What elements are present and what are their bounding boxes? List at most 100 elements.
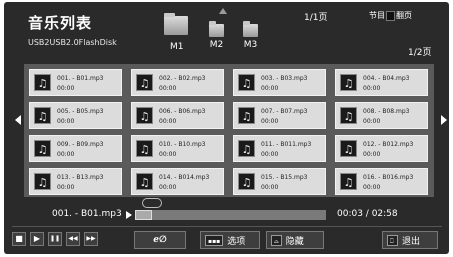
song-tile[interactable]: ♫ 012. - B012.mp3 00:00 xyxy=(335,135,428,162)
music-player-screen: 音乐列表 USB2USB2.0FlashDisk M1 M2 M3 1/1页 节… xyxy=(4,2,449,254)
song-name: 015. - B15.mp3 xyxy=(261,174,308,181)
song-duration: 00:00 xyxy=(57,118,75,125)
song-tile[interactable]: ♫ 010. - B10.mp3 00:00 xyxy=(131,135,224,162)
music-note-icon: ♫ xyxy=(136,173,153,190)
repeat-button[interactable]: ℯ∅ xyxy=(134,231,186,249)
scroll-up-arrow-icon[interactable] xyxy=(219,8,227,14)
music-note-icon: ♫ xyxy=(340,173,357,190)
next-page-arrow-icon[interactable] xyxy=(441,115,447,125)
repeat-mode-icon xyxy=(142,198,162,208)
legend-program-label: 节目 xyxy=(369,11,385,20)
song-duration: 00:00 xyxy=(261,184,279,191)
options-key-icon: ▪▪▪ xyxy=(205,234,224,246)
song-name: 010. - B10.mp3 xyxy=(159,141,206,148)
song-duration: 00:00 xyxy=(261,151,279,158)
song-name: 013. - B13.mp3 xyxy=(57,174,104,181)
forward-button[interactable]: ▶▶ xyxy=(84,232,98,246)
folder-m2[interactable]: M2 xyxy=(209,21,224,50)
song-name: 009. - B09.mp3 xyxy=(57,141,104,148)
exit-label: 退出 xyxy=(402,236,421,247)
song-name: 016. - B016.mp3 xyxy=(363,174,414,181)
song-tile[interactable]: ♫ 016. - B016.mp3 00:00 xyxy=(335,168,428,195)
song-duration: 00:00 xyxy=(363,151,381,158)
music-note-icon: ♫ xyxy=(34,140,51,157)
progress-bar[interactable] xyxy=(135,210,326,220)
options-button[interactable]: ▪▪▪ 选项 xyxy=(200,231,260,249)
song-duration: 00:00 xyxy=(159,184,177,191)
song-name: 001. - B01.mp3 xyxy=(57,75,104,82)
song-name: 008. - B08.mp3 xyxy=(363,108,410,115)
song-tile[interactable]: ♫ 007. - B07.mp3 00:00 xyxy=(233,102,326,129)
music-note-icon: ♫ xyxy=(340,140,357,157)
song-duration: 00:00 xyxy=(57,151,75,158)
page-title: 音乐列表 xyxy=(28,14,93,32)
song-tile[interactable]: ♫ 003. - B03.mp3 00:00 xyxy=(233,69,326,96)
folder-label-m3: M3 xyxy=(243,40,258,50)
song-tile[interactable]: ♫ 014. - B014.mp3 00:00 xyxy=(131,168,224,195)
folder-m1[interactable]: M1 xyxy=(170,39,184,52)
song-tile[interactable]: ♫ 008. - B08.mp3 00:00 xyxy=(335,102,428,129)
song-name: 006. - B06.mp3 xyxy=(159,108,206,115)
legend-page-label: 翻页 xyxy=(396,11,412,20)
song-tile[interactable]: ♫ 004. - B04.mp3 00:00 xyxy=(335,69,428,96)
song-duration: 00:00 xyxy=(57,184,75,191)
page-key-icon xyxy=(386,10,395,21)
song-tile[interactable]: ♫ 001. - B01.mp3 00:00 xyxy=(29,69,122,96)
song-name: 014. - B014.mp3 xyxy=(159,174,210,181)
music-note-icon: ♫ xyxy=(238,74,255,91)
music-note-icon: ♫ xyxy=(34,173,51,190)
folder-icon xyxy=(243,21,258,37)
song-name: 011. - B011.mp3 xyxy=(261,141,312,148)
folder-page-indicator: 1/1页 xyxy=(304,13,328,23)
playing-indicator-icon xyxy=(126,211,132,219)
options-label: 选项 xyxy=(227,236,246,247)
music-note-icon: ♫ xyxy=(238,140,255,157)
song-name: 002. - B02.mp3 xyxy=(159,75,206,82)
divider xyxy=(12,226,442,227)
play-button[interactable]: ▶ xyxy=(30,232,44,246)
song-name: 004. - B04.mp3 xyxy=(363,75,410,82)
music-note-icon: ♫ xyxy=(136,107,153,124)
now-playing-title: 001. - B01.mp3 xyxy=(52,209,122,219)
song-duration: 00:00 xyxy=(363,85,381,92)
song-tile[interactable]: ♫ 002. - B02.mp3 00:00 xyxy=(131,69,224,96)
song-duration: 00:00 xyxy=(363,118,381,125)
music-note-icon: ♫ xyxy=(136,74,153,91)
song-tile[interactable]: ♫ 011. - B011.mp3 00:00 xyxy=(233,135,326,162)
music-note-icon: ♫ xyxy=(238,173,255,190)
music-note-icon: ♫ xyxy=(340,74,357,91)
music-note-icon: ♫ xyxy=(136,140,153,157)
pause-button[interactable]: ❚❚ xyxy=(48,232,62,246)
song-tile[interactable]: ♫ 005. - B05.mp3 00:00 xyxy=(29,102,122,129)
music-note-icon: ♫ xyxy=(238,107,255,124)
folder-icon xyxy=(164,13,188,35)
music-note-icon: ♫ xyxy=(34,74,51,91)
list-page-indicator: 1/2页 xyxy=(408,48,432,58)
playback-time: 00:03 / 02:58 xyxy=(337,209,398,219)
file-grid: ♫ 001. - B01.mp3 00:00 ♫ 002. - B02.mp3 00:00… xyxy=(24,64,434,197)
folder-m3[interactable]: M3 xyxy=(243,21,258,50)
folder-root[interactable] xyxy=(164,13,188,38)
exit-key-icon: ⎕ xyxy=(387,234,398,246)
song-name: 012. - B012.mp3 xyxy=(363,141,414,148)
hide-button[interactable]: ⌓ 隐藏 xyxy=(266,231,324,249)
rewind-button[interactable]: ◀◀ xyxy=(66,232,80,246)
song-tile[interactable]: ♫ 013. - B13.mp3 00:00 xyxy=(29,168,122,195)
song-name: 003. - B03.mp3 xyxy=(261,75,308,82)
song-tile[interactable]: ♫ 009. - B09.mp3 00:00 xyxy=(29,135,122,162)
folder-label-m1: M1 xyxy=(170,42,184,52)
exit-button[interactable]: ⎕ 退出 xyxy=(382,231,438,249)
song-duration: 00:00 xyxy=(57,85,75,92)
song-duration: 00:00 xyxy=(261,85,279,92)
song-tile[interactable]: ♫ 015. - B15.mp3 00:00 xyxy=(233,168,326,195)
folder-label-m2: M2 xyxy=(209,40,224,50)
music-note-icon: ♫ xyxy=(34,107,51,124)
progress-fill xyxy=(135,210,152,220)
prev-page-arrow-icon[interactable] xyxy=(15,115,21,125)
song-name: 007. - B07.mp3 xyxy=(261,108,308,115)
folder-icon xyxy=(209,21,224,37)
device-path: USB2USB2.0FlashDisk xyxy=(28,38,117,47)
song-tile[interactable]: ♫ 006. - B06.mp3 00:00 xyxy=(131,102,224,129)
song-duration: 00:00 xyxy=(363,184,381,191)
stop-button[interactable]: ■ xyxy=(12,232,26,246)
